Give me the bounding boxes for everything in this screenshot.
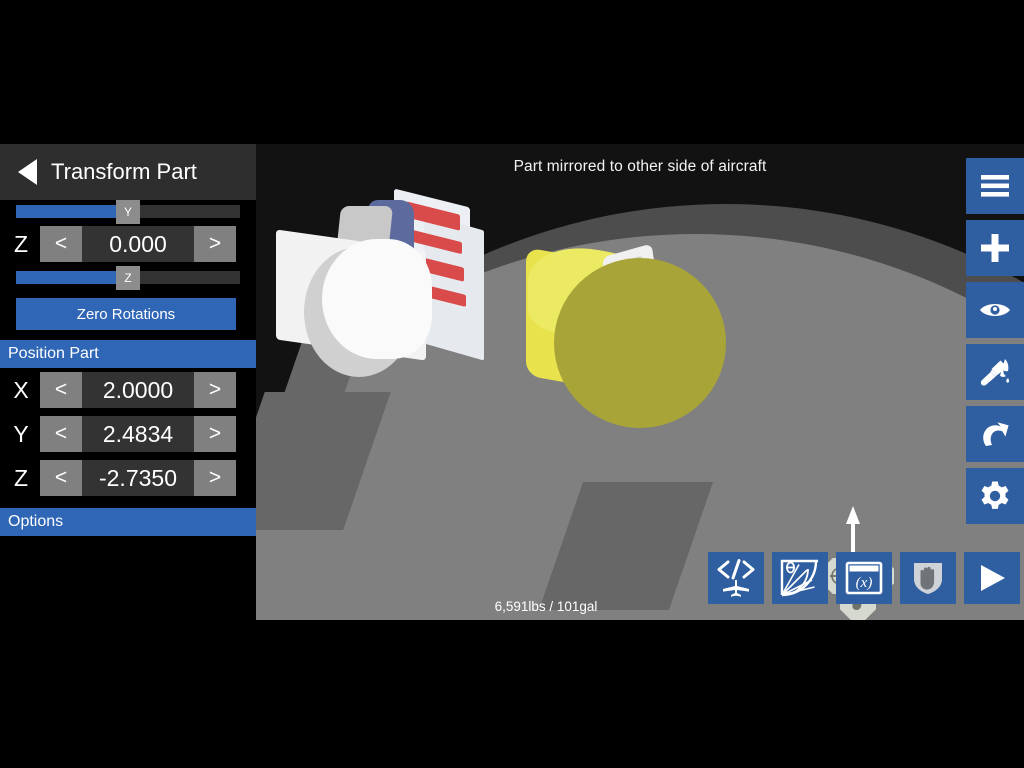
menu-button[interactable] (966, 158, 1024, 214)
options-section-header: Options (0, 508, 256, 536)
rotation-slider-z[interactable]: Z (16, 265, 240, 290)
zero-rotations-button[interactable]: Zero Rotations (16, 298, 236, 330)
position-z-decrement-button[interactable]: < (40, 460, 82, 496)
slider-knob-y[interactable]: Y (116, 199, 140, 224)
rotation-z-value[interactable]: 0.000 (82, 226, 194, 262)
add-part-button[interactable] (966, 220, 1024, 276)
position-x-increment-button[interactable]: > (194, 372, 236, 408)
position-part-section-header: Position Part (0, 340, 256, 368)
back-triangle-icon[interactable] (18, 159, 37, 185)
position-y-decrement-button[interactable]: < (40, 416, 82, 452)
variables-button[interactable]: (x) (836, 552, 892, 604)
right-toolbar (962, 158, 1024, 524)
rotation-slider-row-z: Z (0, 265, 256, 290)
eye-icon (978, 299, 1012, 321)
position-z-value[interactable]: -2.7350 (82, 460, 194, 496)
code-aircraft-icon (716, 559, 756, 597)
fly-button[interactable] (964, 552, 1020, 604)
nose-highlight (322, 239, 432, 359)
rotation-z-increment-button[interactable]: > (194, 226, 236, 262)
paintbrush-icon (978, 355, 1012, 389)
aircraft-model-white[interactable] (276, 188, 486, 412)
view-button[interactable] (966, 282, 1024, 338)
app-content-area: Part mirrored to other side of aircraft … (0, 144, 1024, 620)
position-y-value[interactable]: 2.4834 (82, 416, 194, 452)
bottom-toolbar: (x) (708, 552, 1024, 604)
hamburger-menu-icon (979, 173, 1011, 199)
nose-cone-selected (554, 258, 726, 428)
position-field-y: Y < 2.4834 > (0, 412, 256, 456)
page-title: Transform Part (51, 159, 197, 184)
angle-tool-button[interactable] (772, 552, 828, 604)
rotation-axis-label-z: Z (13, 230, 29, 257)
screen: Part mirrored to other side of aircraft … (0, 0, 1024, 768)
gear-icon (979, 480, 1011, 512)
slider-knob-z[interactable]: Z (116, 265, 140, 290)
redo-button[interactable] (966, 406, 1024, 462)
position-axis-label-x: X (13, 376, 29, 403)
protractor-theta-icon (779, 558, 821, 598)
svg-text:(x): (x) (856, 575, 873, 591)
position-y-increment-button[interactable]: > (194, 416, 236, 452)
rotation-z-decrement-button[interactable]: < (40, 226, 82, 262)
settings-button[interactable] (966, 468, 1024, 524)
position-x-decrement-button[interactable]: < (40, 372, 82, 408)
aircraft-model-selected[interactable] (526, 237, 726, 444)
position-z-increment-button[interactable]: > (194, 460, 236, 496)
mirror-status-message: Part mirrored to other side of aircraft (513, 158, 767, 175)
xml-editor-button[interactable] (708, 552, 764, 604)
redo-arrow-icon (979, 418, 1011, 450)
panel-header: Transform Part (0, 144, 256, 200)
grab-tool-button[interactable] (900, 552, 956, 604)
3d-viewport[interactable]: Part mirrored to other side of aircraft … (256, 144, 1024, 620)
paint-button[interactable] (966, 344, 1024, 400)
position-axis-label-z: Z (13, 464, 29, 491)
rotation-slider-y[interactable]: Y (16, 199, 240, 224)
position-field-x: X < 2.0000 > (0, 368, 256, 412)
plus-icon (980, 233, 1010, 263)
rotation-field-z: Z < 0.000 > (0, 222, 256, 266)
position-axis-label-y: Y (13, 420, 29, 447)
position-x-value[interactable]: 2.0000 (82, 372, 194, 408)
grab-hand-shield-icon (910, 560, 946, 596)
play-triangle-icon (976, 562, 1008, 594)
position-field-z: Z < -2.7350 > (0, 456, 256, 500)
transform-part-panel: Transform Part Y Z < 0.000 > Z Zero Rota… (0, 144, 256, 620)
variables-xy-icon: (x) (845, 561, 883, 595)
rotation-slider-row-y: Y (0, 199, 256, 224)
